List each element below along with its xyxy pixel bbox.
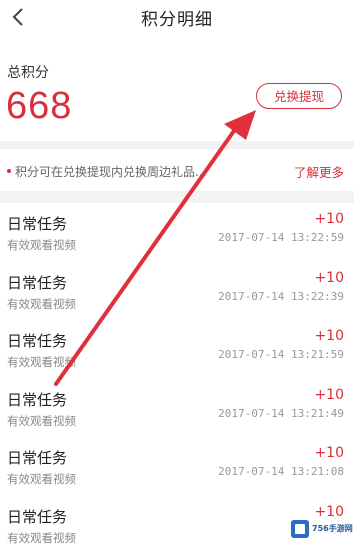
list-item: 日常任务 有效观看视频 +10 2017-07-14 13:22:59 [0,203,354,262]
total-points-label: 总积分 [7,62,49,82]
record-title: 日常任务 [7,447,67,468]
top-bar: 积分明细 [0,0,354,34]
redeem-button[interactable]: 兑换提现 [256,83,342,109]
watermark-text: 756手游网 [312,523,353,534]
record-title: 日常任务 [7,272,67,293]
list-item: 日常任务 有效观看视频 +10 2017-07-14 13:21:59 [0,320,354,379]
points-record-list: 日常任务 有效观看视频 +10 2017-07-14 13:22:59 日常任务… [0,203,354,554]
record-subtitle: 有效观看视频 [7,354,76,370]
record-title: 日常任务 [7,506,67,527]
record-points: +10 [314,445,344,461]
record-title: 日常任务 [7,330,67,351]
record-subtitle: 有效观看视频 [7,237,76,253]
list-item: 日常任务 有效观看视频 +10 2017-07-14 13:21:08 [0,437,354,496]
list-item: 日常任务 有效观看视频 +10 2017-07-14 13:22:39 [0,262,354,321]
list-item: 日常任务 有效观看视频 +10 2017-07-14 13:21:49 [0,379,354,438]
record-time: 2017-07-14 13:21:08 [218,465,344,478]
notice-text: 积分可在兑换提现内兑换周边礼品... [15,163,206,180]
record-time: 2017-07-14 13:21:49 [218,407,344,420]
record-points: +10 [314,211,344,227]
points-summary: 总积分 668 兑换提现 [0,34,354,130]
record-subtitle: 有效观看视频 [7,530,76,546]
section-divider [0,191,354,203]
notice-bar: 积分可在兑换提现内兑换周边礼品... 了解更多 [0,149,354,191]
record-points: +10 [314,387,344,403]
record-title: 日常任务 [7,213,67,234]
record-title: 日常任务 [7,389,67,410]
record-time: 2017-07-14 13:22:59 [218,231,344,244]
page-title: 积分明细 [0,5,354,30]
section-divider [0,141,354,149]
record-points: +10 [314,328,344,344]
record-subtitle: 有效观看视频 [7,471,76,487]
record-points: +10 [314,270,344,286]
watermark: 756手游网 [288,516,348,542]
record-time: 2017-07-14 13:22:39 [218,290,344,303]
record-subtitle: 有效观看视频 [7,413,76,429]
bullet-dot-icon [7,169,11,173]
total-points-value: 668 [6,84,72,128]
record-subtitle: 有效观看视频 [7,296,76,312]
notice-message: 积分可在兑换提现内兑换周边礼品 [15,165,195,179]
watermark-logo-icon [290,519,310,539]
record-time: 2017-07-14 13:21:59 [218,348,344,361]
notice-ellipsis: ... [195,165,206,179]
learn-more-link[interactable]: 了解更多 [294,162,344,181]
